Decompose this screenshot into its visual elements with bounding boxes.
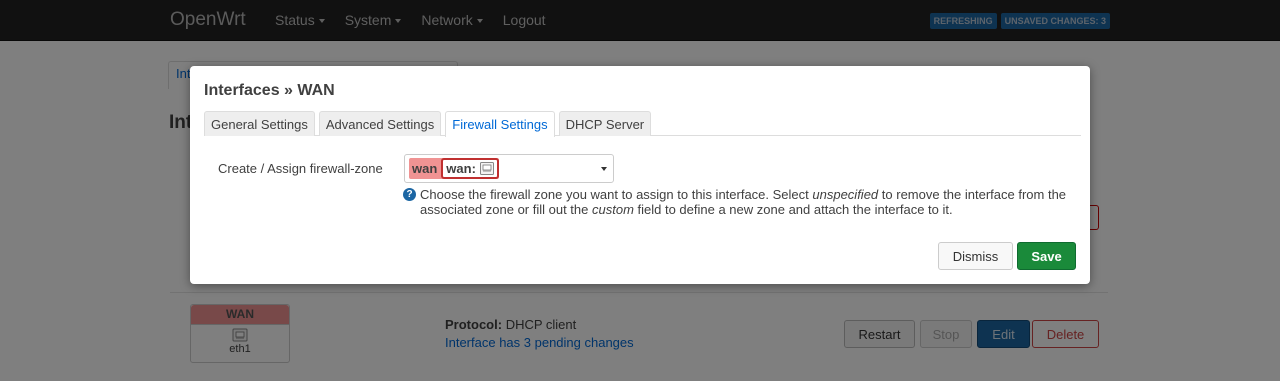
help-icon: ? (403, 188, 416, 201)
firewall-zone-label: Create / Assign firewall-zone (218, 161, 383, 176)
tab-dhcp-server[interactable]: DHCP Server (558, 111, 652, 136)
help-emphasis-custom: custom (592, 202, 634, 217)
save-button[interactable]: Save (1017, 242, 1076, 270)
help-text-part: Choose the firewall zone you want to ass… (420, 187, 813, 202)
dropdown-caret-icon (601, 167, 607, 171)
dismiss-button[interactable]: Dismiss (938, 242, 1013, 270)
modal-tabs: General Settings Advanced Settings Firew… (204, 111, 1081, 137)
interface-edit-modal: Interfaces » WAN General Settings Advanc… (190, 66, 1090, 284)
zone-name: wan (412, 161, 438, 176)
firewall-zone-select[interactable]: wan wan: (404, 154, 614, 183)
help-text-part: field to define a new zone and attach th… (633, 202, 953, 217)
modal-title: Interfaces » WAN (204, 82, 335, 99)
tab-advanced-settings[interactable]: Advanced Settings (318, 111, 442, 136)
zone-tag-wan: wan wan: (409, 158, 499, 179)
ethernet-port-icon (479, 162, 494, 175)
firewall-zone-help: Choose the firewall zone you want to ass… (420, 187, 1080, 217)
tab-general-settings[interactable]: General Settings (204, 111, 315, 136)
zone-member-label: wan: (446, 161, 476, 176)
zone-member-badge: wan: (441, 158, 499, 179)
tab-firewall-settings[interactable]: Firewall Settings (445, 111, 555, 137)
help-emphasis-unspecified: unspecified (812, 187, 879, 202)
